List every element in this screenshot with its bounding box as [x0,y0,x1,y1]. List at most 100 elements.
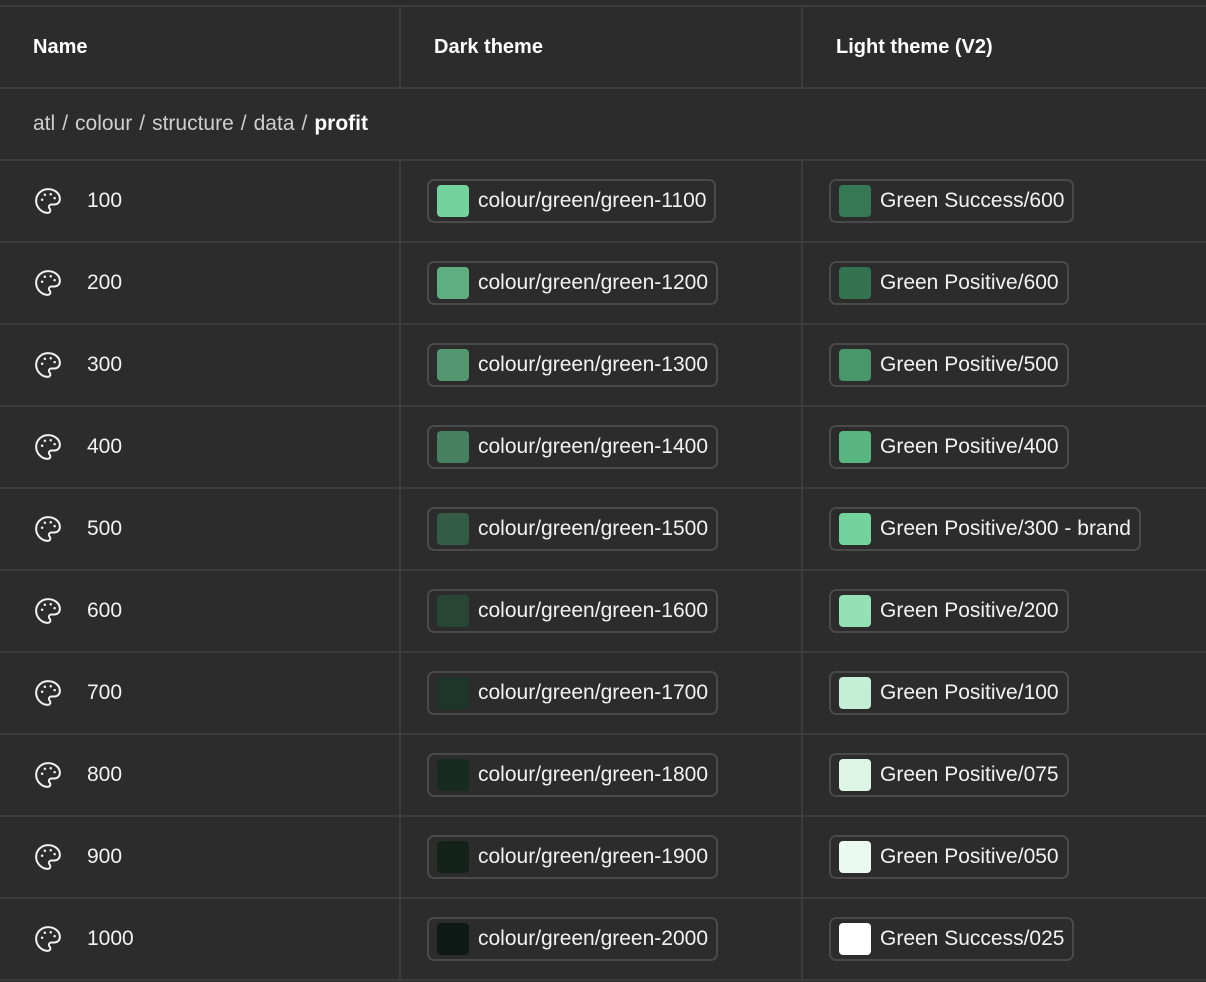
dark-theme-cell: colour/green/green-2000 [401,899,803,979]
token-name: 100 [87,189,123,212]
table-row[interactable]: 200 colour/green/green-1200 Green Positi… [0,243,1206,325]
breadcrumb-separator: / [62,112,69,135]
dark-colour-chip[interactable]: colour/green/green-1200 [427,261,718,305]
light-colour-label: Green Success/600 [880,189,1065,212]
token-name-cell: 500 [0,489,401,569]
table-row[interactable]: 300 colour/green/green-1300 Green Positi… [0,325,1206,407]
table-header: Name Dark theme Light theme (V2) [0,7,1206,89]
light-theme-cell: Green Positive/200 [803,571,1202,651]
dark-colour-chip[interactable]: colour/green/green-1500 [427,507,718,551]
column-header-name[interactable]: Name [0,7,401,87]
light-colour-chip[interactable]: Green Success/600 [829,179,1075,223]
light-colour-swatch [839,841,871,873]
table-row[interactable]: 400 colour/green/green-1400 Green Positi… [0,407,1206,489]
light-colour-chip[interactable]: Green Positive/200 [829,589,1069,633]
token-name-cell: 300 [0,325,401,405]
table-row[interactable]: 700 colour/green/green-1700 Green Positi… [0,653,1206,735]
palette-icon [33,186,63,216]
breadcrumb-separator: / [139,112,146,135]
light-colour-swatch [839,513,871,545]
token-name-cell: 900 [0,817,401,897]
light-colour-chip[interactable]: Green Positive/500 [829,343,1069,387]
light-colour-label: Green Success/025 [880,927,1065,950]
light-colour-swatch [839,677,871,709]
light-colour-chip[interactable]: Green Positive/300 - brand [829,507,1141,551]
table-row[interactable]: 600 colour/green/green-1600 Green Positi… [0,571,1206,653]
dark-theme-cell: colour/green/green-1200 [401,243,803,323]
light-theme-cell: Green Success/025 [803,899,1202,979]
breadcrumb-part: atl [33,112,56,135]
light-colour-swatch [839,185,871,217]
token-name: 400 [87,435,123,458]
token-name-cell: 600 [0,571,401,651]
token-name-cell: 400 [0,407,401,487]
column-header-dark-theme[interactable]: Dark theme [401,7,803,87]
light-colour-label: Green Positive/500 [880,353,1059,376]
dark-colour-label: colour/green/green-1900 [478,845,708,868]
palette-icon [33,596,63,626]
dark-theme-cell: colour/green/green-1400 [401,407,803,487]
dark-colour-swatch [437,431,469,463]
light-theme-cell: Green Positive/400 [803,407,1202,487]
dark-colour-swatch [437,923,469,955]
light-colour-chip[interactable]: Green Positive/050 [829,835,1069,879]
dark-colour-label: colour/green/green-2000 [478,927,708,950]
breadcrumb-separator: / [240,112,247,135]
dark-theme-cell: colour/green/green-1600 [401,571,803,651]
light-colour-chip[interactable]: Green Positive/600 [829,261,1069,305]
column-header-light-theme[interactable]: Light theme (V2) [803,7,1202,87]
light-colour-label: Green Positive/300 - brand [880,517,1131,540]
light-colour-chip[interactable]: Green Positive/075 [829,753,1069,797]
light-colour-label: Green Positive/200 [880,599,1059,622]
light-colour-label: Green Positive/400 [880,435,1059,458]
dark-colour-label: colour/green/green-1100 [478,189,707,212]
token-name: 600 [87,599,123,622]
token-name: 800 [87,763,123,786]
dark-colour-swatch [437,677,469,709]
dark-colour-chip[interactable]: colour/green/green-1600 [427,589,718,633]
table-row[interactable]: 900 colour/green/green-1900 Green Positi… [0,817,1206,899]
dark-colour-chip[interactable]: colour/green/green-1100 [427,179,717,223]
light-theme-cell: Green Positive/050 [803,817,1202,897]
light-colour-label: Green Positive/100 [880,681,1059,704]
dark-colour-swatch [437,349,469,381]
breadcrumb-current: profit [314,112,368,135]
dark-colour-swatch [437,841,469,873]
light-colour-chip[interactable]: Green Success/025 [829,917,1075,961]
token-name-cell: 200 [0,243,401,323]
light-colour-chip[interactable]: Green Positive/100 [829,671,1069,715]
palette-icon [33,514,63,544]
dark-colour-chip[interactable]: colour/green/green-1700 [427,671,718,715]
table-row[interactable]: 500 colour/green/green-1500 Green Positi… [0,489,1206,571]
table-row[interactable]: 800 colour/green/green-1800 Green Positi… [0,735,1206,817]
dark-colour-chip[interactable]: colour/green/green-1900 [427,835,718,879]
token-name: 500 [87,517,123,540]
palette-icon [33,268,63,298]
light-colour-swatch [839,267,871,299]
dark-colour-label: colour/green/green-1500 [478,517,708,540]
dark-colour-chip[interactable]: colour/green/green-2000 [427,917,718,961]
breadcrumb-separator: / [301,112,308,135]
dark-theme-cell: colour/green/green-1700 [401,653,803,733]
dark-colour-chip[interactable]: colour/green/green-1300 [427,343,718,387]
light-theme-cell: Green Positive/600 [803,243,1202,323]
dark-colour-chip[interactable]: colour/green/green-1800 [427,753,718,797]
table-row[interactable]: 1000 colour/green/green-2000 Green Succe… [0,899,1206,981]
palette-icon [33,432,63,462]
dark-theme-cell: colour/green/green-1500 [401,489,803,569]
dark-colour-swatch [437,595,469,627]
token-name: 1000 [87,927,134,950]
token-name-cell: 800 [0,735,401,815]
dark-colour-chip[interactable]: colour/green/green-1400 [427,425,718,469]
dark-colour-label: colour/green/green-1300 [478,353,708,376]
light-colour-label: Green Positive/600 [880,271,1059,294]
light-theme-cell: Green Positive/075 [803,735,1202,815]
light-theme-cell: Green Positive/500 [803,325,1202,405]
palette-icon [33,350,63,380]
breadcrumb: atl / colour / structure / data / profit [0,89,1206,161]
light-colour-chip[interactable]: Green Positive/400 [829,425,1069,469]
dark-colour-swatch [437,513,469,545]
table-row[interactable]: 100 colour/green/green-1100 Green Succes… [0,161,1206,243]
breadcrumb-part: data [253,112,295,135]
dark-colour-label: colour/green/green-1700 [478,681,708,704]
